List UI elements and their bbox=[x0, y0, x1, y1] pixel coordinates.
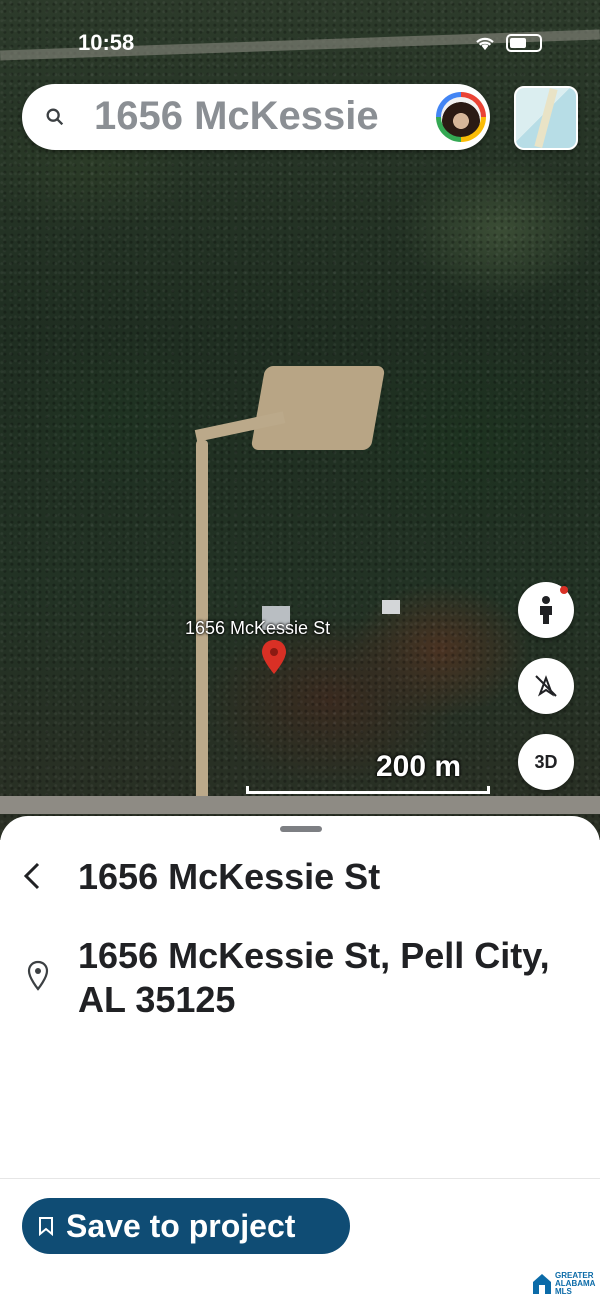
divider bbox=[0, 1178, 600, 1179]
wifi-icon bbox=[476, 37, 494, 51]
notification-dot bbox=[560, 586, 568, 594]
compass-button[interactable] bbox=[518, 658, 574, 714]
map-layers-button[interactable] bbox=[514, 86, 578, 150]
save-to-project-label: Save to project bbox=[66, 1207, 296, 1244]
location-pin-icon bbox=[27, 960, 49, 991]
avatar[interactable] bbox=[436, 92, 486, 142]
place-address: 1656 McKessie St, Pell City, AL 35125 bbox=[78, 935, 550, 1020]
scale-label: 200 m bbox=[376, 750, 462, 783]
greater-alabama-mls-logo: GREATER ALABAMA MLS bbox=[532, 1272, 595, 1296]
3d-toggle-button[interactable]: 3D bbox=[518, 734, 574, 790]
status-time: 10:58 bbox=[78, 30, 135, 55]
logo-text: GREATER ALABAMA MLS bbox=[555, 1272, 595, 1296]
status-icons bbox=[474, 34, 542, 52]
field-clearing bbox=[250, 366, 386, 450]
search-input[interactable]: 1656 McKessie bbox=[94, 94, 444, 140]
save-to-project-button[interactable]: Save to project bbox=[22, 1198, 350, 1254]
place-details-sheet: 1656 McKessie St 1656 McKessie St, Pell … bbox=[0, 816, 600, 1304]
map-place-label: 1656 McKessie St bbox=[185, 618, 331, 638]
place-title: 1656 McKessie St bbox=[78, 856, 381, 897]
scale-bar bbox=[246, 786, 490, 794]
back-arrow-icon[interactable] bbox=[16, 856, 48, 896]
bookmark-icon bbox=[39, 1217, 53, 1236]
house-logo-icon bbox=[533, 1274, 551, 1294]
drag-handle[interactable] bbox=[280, 826, 322, 832]
logo-line-3: MLS bbox=[555, 1287, 572, 1296]
shed-roof bbox=[382, 600, 400, 614]
road-bottom bbox=[0, 796, 600, 814]
street-view-button[interactable] bbox=[518, 582, 574, 638]
search-icon[interactable] bbox=[44, 106, 66, 128]
search-bar[interactable]: 1656 McKessie bbox=[22, 84, 490, 150]
battery-icon bbox=[506, 34, 542, 52]
satellite-map[interactable]: 10:58 1656 McKessie 1656 McKessie St 3D … bbox=[0, 0, 600, 840]
location-pin-icon[interactable] bbox=[262, 640, 286, 674]
navigation-off-icon bbox=[535, 675, 557, 697]
person-icon bbox=[540, 596, 552, 624]
